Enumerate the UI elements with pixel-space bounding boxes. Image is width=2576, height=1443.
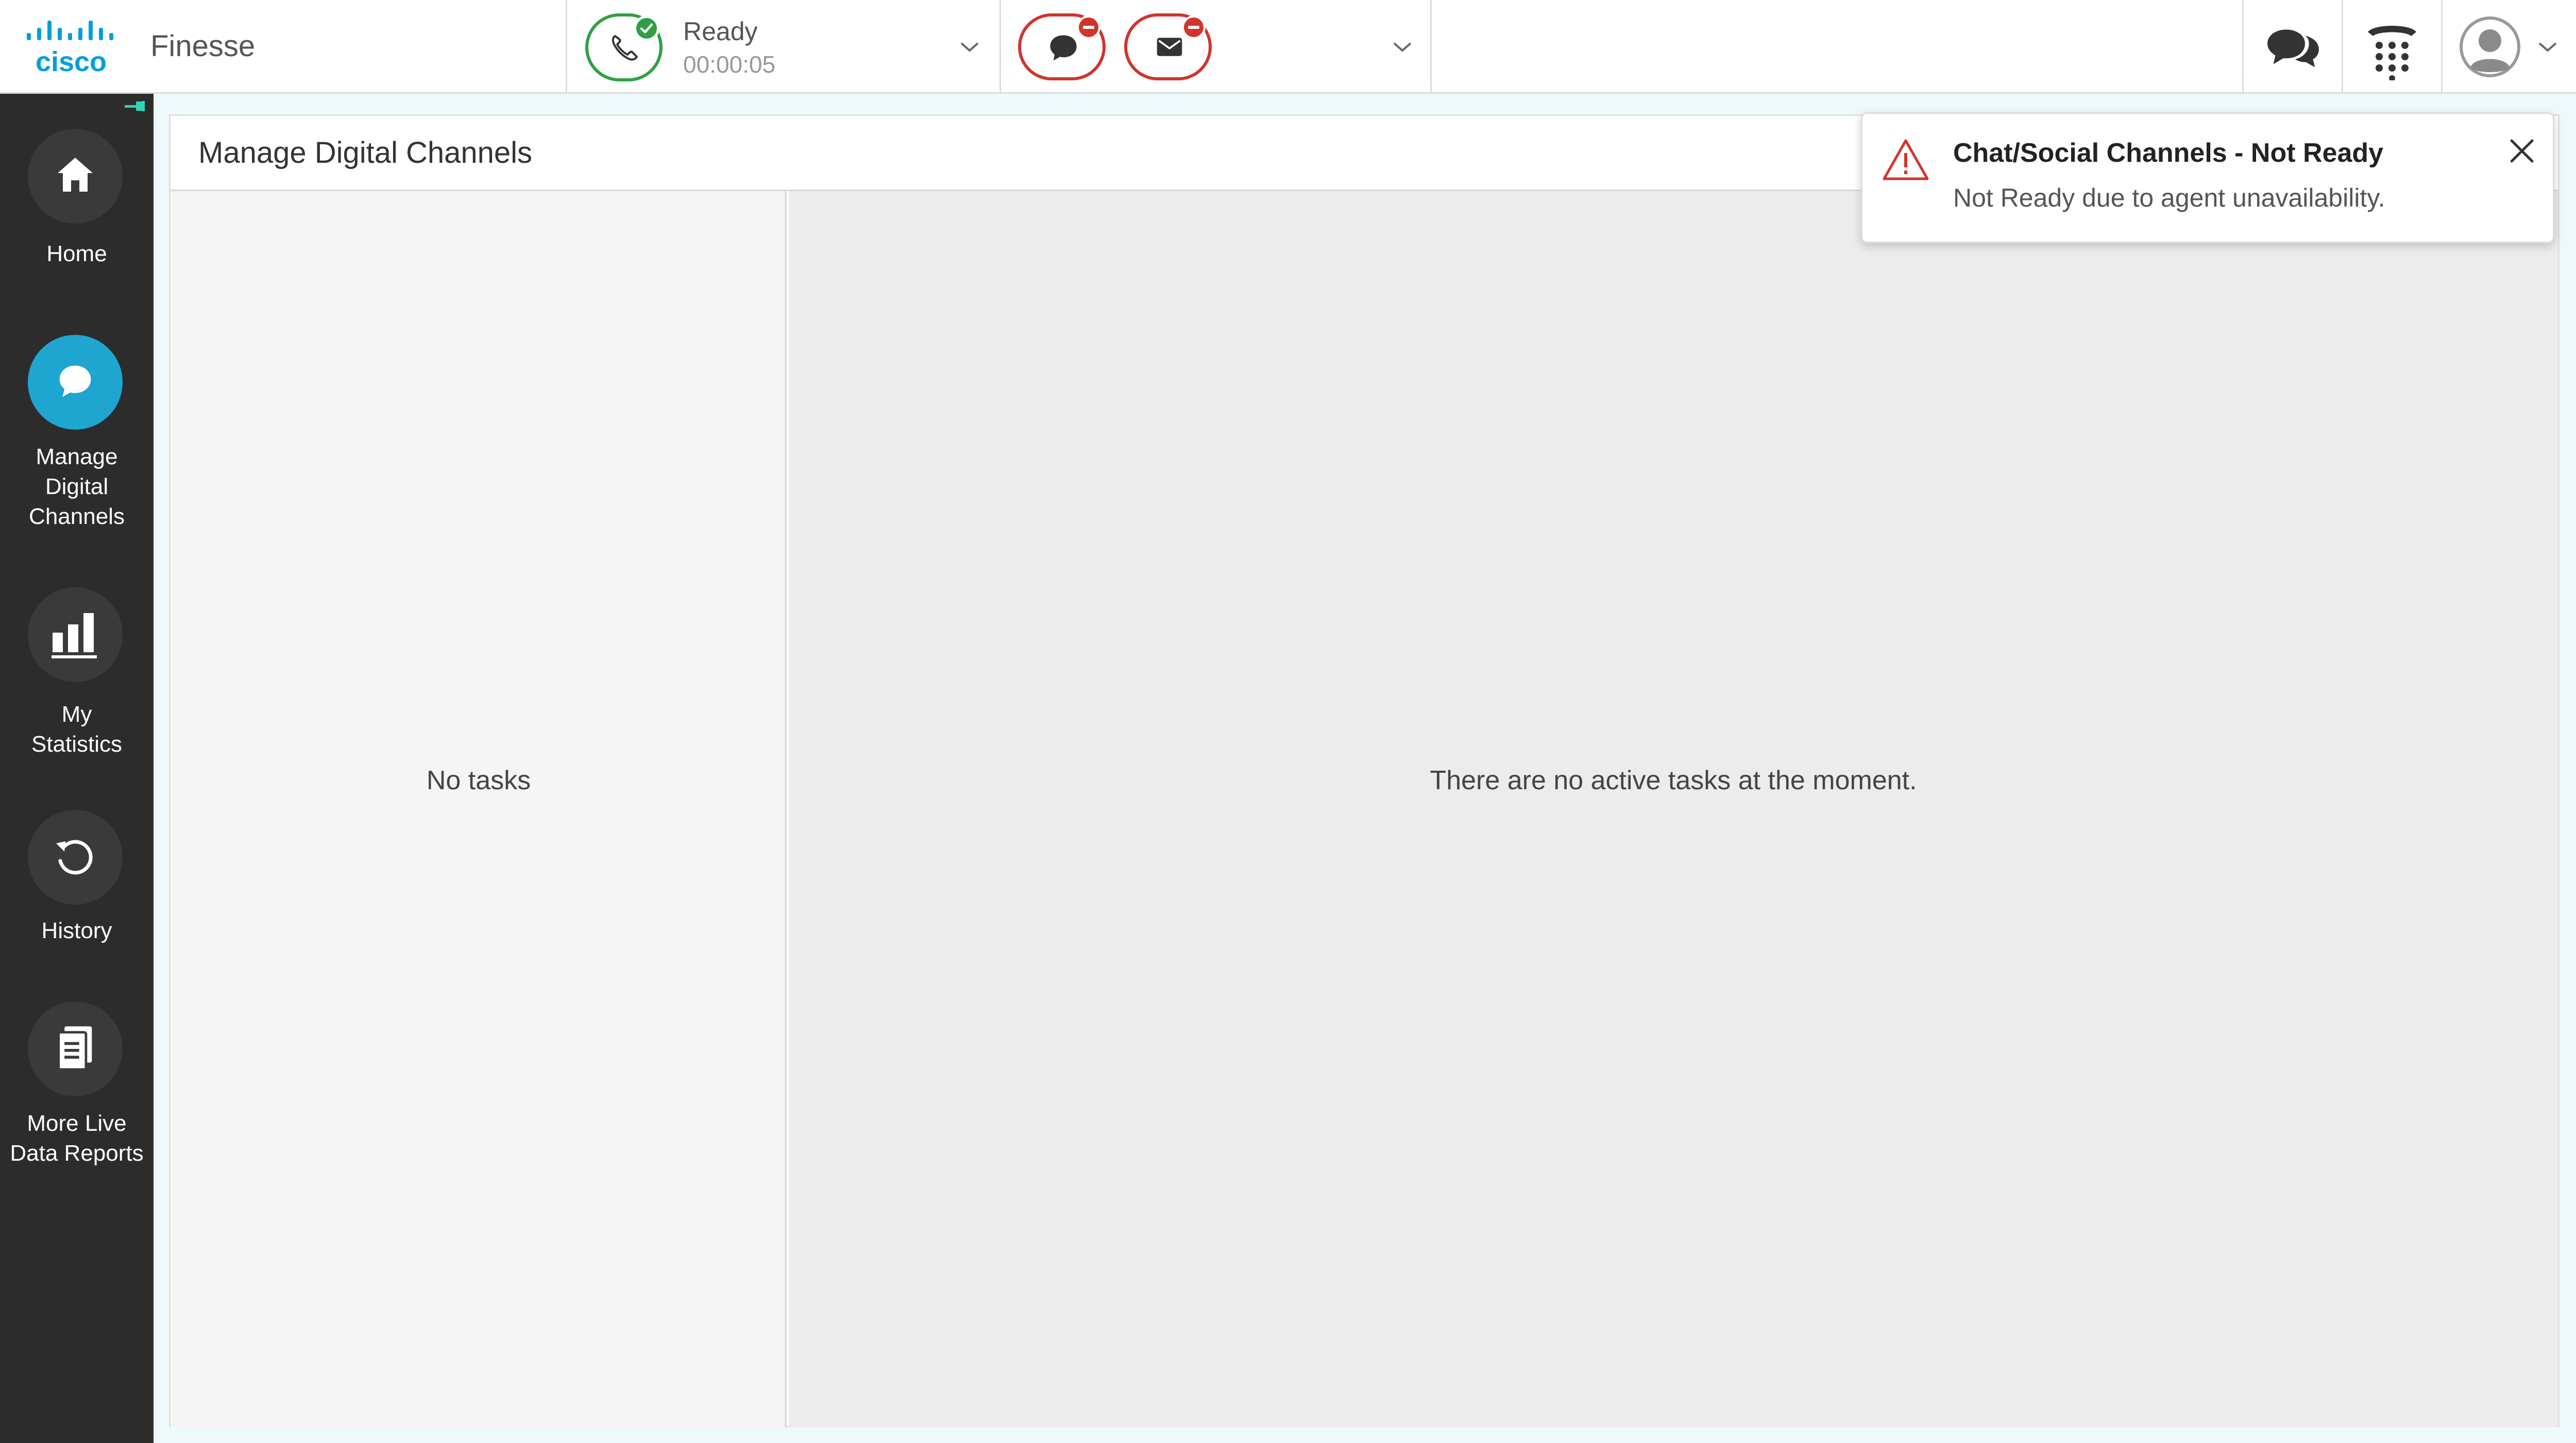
not-ready-badge xyxy=(1077,15,1100,39)
sidebar-item-history[interactable]: History xyxy=(0,810,154,954)
chat-bubbles-icon xyxy=(2267,29,2319,67)
phone-icon xyxy=(612,35,638,61)
toast-message: Not Ready due to agent unavailability. xyxy=(1953,183,2385,212)
user-profile-menu[interactable] xyxy=(2443,0,2576,94)
cisco-logo: cisco xyxy=(27,21,113,76)
check-icon xyxy=(640,23,653,33)
sidebar-item-more-live-data-reports[interactable]: More Live Data Reports xyxy=(0,1001,154,1172)
chevron-down-icon xyxy=(1393,42,1412,52)
manage-digital-channels-panel: Manage Digital Channels No tasks There a… xyxy=(169,114,2560,1428)
chevron-down-icon xyxy=(960,42,979,52)
sidebar-item-label: Manage Digital Channels xyxy=(29,444,125,529)
history-icon xyxy=(56,840,93,875)
report-icon xyxy=(57,1026,92,1071)
page-title: Manage Digital Channels xyxy=(198,136,533,169)
nav-icon-circle xyxy=(28,335,123,430)
bar-chart-icon xyxy=(52,613,97,658)
chat-icon xyxy=(1050,35,1077,61)
nav-icon-circle xyxy=(28,129,123,224)
no-active-tasks-message: There are no active tasks at the moment. xyxy=(1430,766,1917,795)
svg-text:cisco: cisco xyxy=(36,46,107,76)
avatar-icon xyxy=(2460,16,2520,77)
voice-state-dropdown[interactable]: Ready 00:00:05 xyxy=(567,0,999,94)
home-icon xyxy=(58,158,93,192)
sidebar-item-my-statistics[interactable]: My Statistics xyxy=(0,587,154,757)
sidebar-item-label: Home xyxy=(46,241,107,266)
task-detail-area: There are no active tasks at the moment. xyxy=(789,191,2558,1428)
main-content: Manage Digital Channels No tasks There a… xyxy=(154,94,2576,1443)
dialpad-icon xyxy=(2368,26,2416,80)
sidebar-item-label: More Live Data Reports xyxy=(10,1111,144,1166)
ready-check-badge xyxy=(634,15,659,41)
team-messages-button[interactable] xyxy=(2244,0,2342,94)
email-icon xyxy=(1157,38,1182,56)
app-title: Finesse xyxy=(150,29,256,63)
nav-icon-circle xyxy=(28,810,123,905)
digital-channels-state-dropdown[interactable] xyxy=(1001,0,1431,94)
left-nav-sidebar: Home Manage Digital Channels My Statisti… xyxy=(0,94,154,1443)
chevron-down-icon xyxy=(2538,42,2557,52)
not-ready-badge xyxy=(1182,15,1206,39)
voice-status-timer: 00:00:05 xyxy=(683,51,776,78)
pin-icon[interactable] xyxy=(124,100,146,112)
chat-icon xyxy=(59,365,91,397)
dialpad-button[interactable] xyxy=(2343,0,2441,94)
sidebar-item-manage-digital-channels[interactable]: Manage Digital Channels xyxy=(0,335,154,531)
task-list: No tasks xyxy=(171,191,787,1428)
header-divider xyxy=(1430,0,1432,94)
no-tasks-message: No tasks xyxy=(426,766,531,795)
warning-icon xyxy=(1883,139,1929,180)
sidebar-item-home[interactable]: Home xyxy=(0,129,154,278)
notification-toast: Chat/Social Channels - Not Ready Not Rea… xyxy=(1861,112,2554,243)
toast-title: Chat/Social Channels - Not Ready xyxy=(1953,138,2384,168)
close-icon[interactable] xyxy=(2507,137,2536,165)
sidebar-item-label: History xyxy=(41,918,112,943)
nav-icon-circle xyxy=(28,1001,123,1096)
sidebar-item-label: My Statistics xyxy=(31,702,123,757)
nav-icon-circle xyxy=(28,587,123,682)
voice-status-label: Ready xyxy=(683,17,758,46)
top-header: cisco Finesse Ready 00:00:05 xyxy=(0,0,2576,94)
